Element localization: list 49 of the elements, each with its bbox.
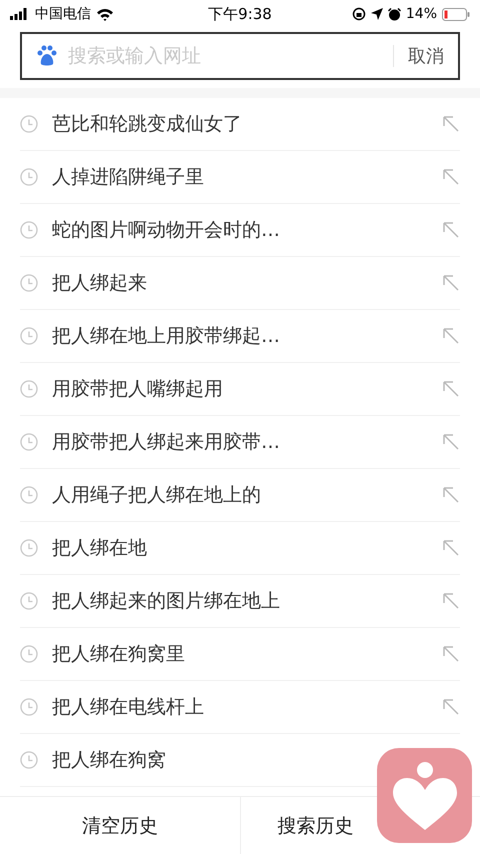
fill-arrow-icon[interactable] bbox=[442, 168, 460, 186]
clock-icon bbox=[20, 751, 38, 769]
history-item[interactable]: 蛇的图片啊动物开会时的… bbox=[52, 217, 280, 243]
fill-arrow-icon[interactable] bbox=[442, 592, 460, 610]
history-item[interactable]: 人掉进陷阱绳子里 bbox=[52, 164, 204, 190]
fill-arrow-icon[interactable] bbox=[442, 380, 460, 398]
history-item[interactable]: 把人绑在地上用胶带绑起… bbox=[52, 323, 280, 349]
fill-arrow-icon[interactable] bbox=[442, 221, 460, 239]
history-item[interactable]: 用胶带把人嘴绑起用 bbox=[52, 376, 223, 402]
fill-arrow-icon[interactable] bbox=[442, 486, 460, 504]
fill-arrow-icon[interactable] bbox=[442, 539, 460, 557]
history-item[interactable]: 把人绑在狗窝里 bbox=[52, 641, 185, 667]
carrier-name: 中国电信 bbox=[35, 5, 91, 23]
clock-icon bbox=[20, 221, 38, 239]
fill-arrow-icon[interactable] bbox=[442, 327, 460, 345]
paw-icon bbox=[36, 45, 58, 67]
history-item[interactable]: 把人绑起来的图片绑在地上 bbox=[52, 588, 280, 614]
clock-icon bbox=[20, 592, 38, 610]
clock-icon bbox=[20, 115, 38, 133]
battery-icon bbox=[442, 8, 470, 20]
status-time: 下午9:38 bbox=[208, 4, 272, 24]
battery-percent: 14% bbox=[406, 6, 437, 22]
clock-icon bbox=[20, 274, 38, 292]
wifi-icon bbox=[96, 8, 114, 20]
clock-icon bbox=[20, 698, 38, 716]
rotation-lock-icon bbox=[352, 7, 366, 21]
clock-icon bbox=[20, 168, 38, 186]
heart-app-icon[interactable] bbox=[377, 748, 472, 843]
fill-arrow-icon[interactable] bbox=[442, 645, 460, 663]
history-item[interactable]: 人用绳子把人绑在地上的 bbox=[52, 482, 261, 508]
clock-icon bbox=[20, 486, 38, 504]
cancel-button[interactable]: 取消 bbox=[402, 44, 444, 68]
fill-arrow-icon[interactable] bbox=[442, 115, 460, 133]
clock-icon bbox=[20, 645, 38, 663]
history-item[interactable]: 把人绑起来 bbox=[52, 270, 147, 296]
fill-arrow-icon[interactable] bbox=[442, 274, 460, 292]
location-icon bbox=[370, 8, 383, 20]
history-item[interactable]: 把人绑在电线杆上 bbox=[52, 694, 204, 720]
clock-icon bbox=[20, 433, 38, 451]
alarm-icon bbox=[388, 8, 401, 20]
fill-arrow-icon[interactable] bbox=[442, 433, 460, 451]
history-item[interactable]: 把人绑在狗窝 bbox=[52, 747, 166, 773]
clock-icon bbox=[20, 327, 38, 345]
history-item[interactable]: 把人绑在地 bbox=[52, 535, 147, 561]
history-item[interactable]: 用胶带把人绑起来用胶带… bbox=[52, 429, 280, 455]
fill-arrow-icon[interactable] bbox=[442, 698, 460, 716]
clock-icon bbox=[20, 380, 38, 398]
history-item[interactable]: 芭比和轮跳变成仙女了 bbox=[52, 111, 242, 137]
clock-icon bbox=[20, 539, 38, 557]
